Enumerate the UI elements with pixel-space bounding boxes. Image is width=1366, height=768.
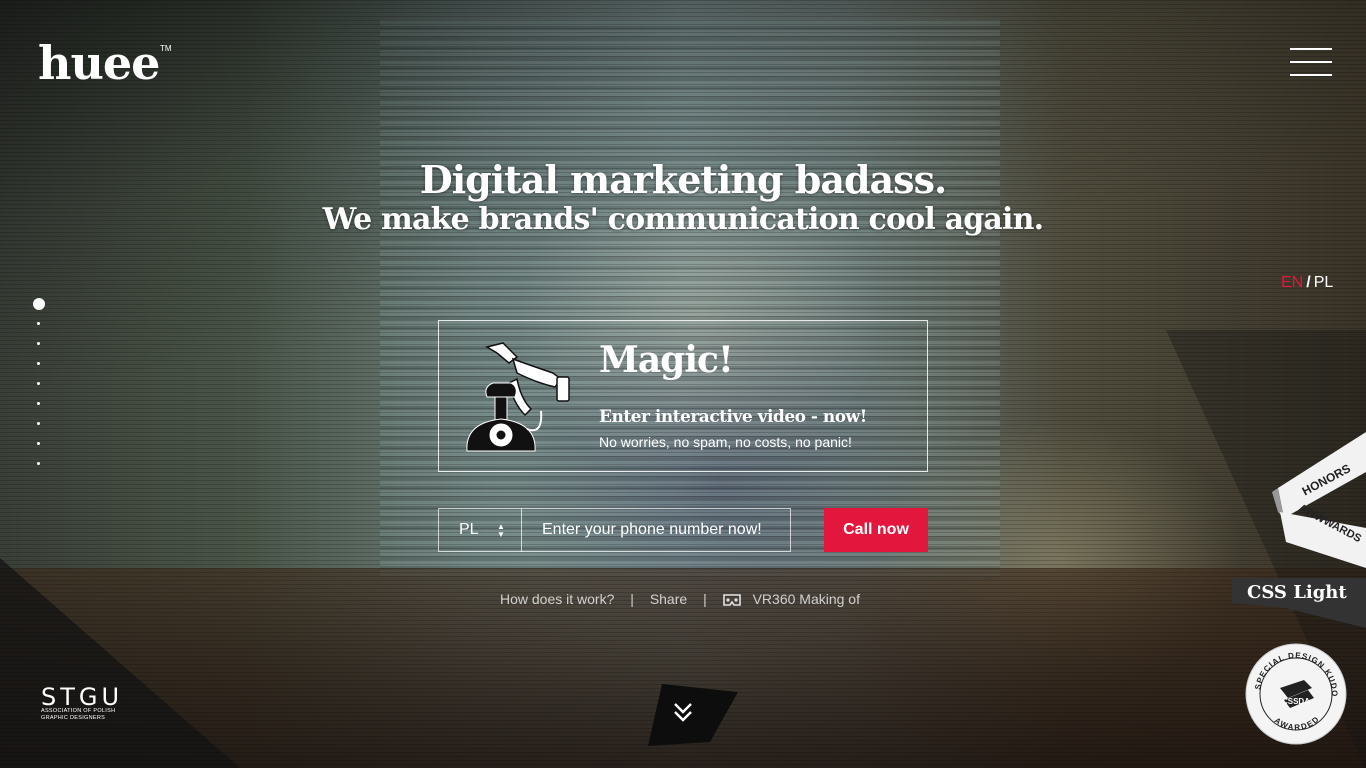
logo[interactable]: huee <box>38 40 160 86</box>
magic-note: No worries, no spam, no costs, no panic! <box>599 434 852 450</box>
stgu-line-2: GRAPHIC DESIGNERS <box>41 715 106 721</box>
phone-input[interactable] <box>521 508 791 552</box>
vintage-telephone-icon <box>466 342 570 452</box>
section-dot-2[interactable] <box>37 322 40 325</box>
trademark-mark: TM <box>160 44 172 53</box>
lang-separator: / <box>1306 274 1311 291</box>
how-it-works-link[interactable]: How does it work? <box>500 591 614 607</box>
stgu-badge[interactable]: STGU ASSOCIATION OF POLISH GRAPHIC DESIG… <box>41 683 124 722</box>
section-dot-9[interactable] <box>37 462 40 465</box>
awwwards-honors-ribbon[interactable]: HONORS AWWWARDS <box>1268 432 1366 572</box>
magic-title: Magic! <box>599 339 734 381</box>
magic-subtitle: Enter interactive video - now! <box>599 407 867 427</box>
menu-button[interactable] <box>1290 48 1332 76</box>
vr360-label: VR360 Making of <box>752 591 860 607</box>
corner-shard-left <box>0 558 240 768</box>
hero-line-1: Digital marketing badass. <box>419 157 947 202</box>
section-dot-5[interactable] <box>37 382 40 385</box>
section-dot-1[interactable] <box>33 298 45 310</box>
section-dots <box>33 298 45 482</box>
vr360-link[interactable]: VR360 Making of <box>722 591 866 607</box>
vr-headset-icon <box>722 594 741 606</box>
call-now-button[interactable]: Call now <box>824 508 928 552</box>
lang-pl[interactable]: PL <box>1314 274 1334 291</box>
cssda-kudos-badge[interactable]: SPECIAL DESIGN KUDOS AWARDED CSSDA <box>1244 642 1348 746</box>
hero-headline: Digital marketing badass. We make brands… <box>0 158 1366 238</box>
country-select[interactable]: PL ▲ ▼ <box>438 508 522 552</box>
hamburger-icon <box>1290 48 1332 50</box>
section-dot-4[interactable] <box>37 362 40 365</box>
section-dot-7[interactable] <box>37 422 40 425</box>
language-switcher: EN / PL <box>1281 274 1333 292</box>
css-light-label: CSS Light <box>1247 582 1347 603</box>
link-separator: | <box>630 591 634 607</box>
scroll-down-button[interactable] <box>648 684 738 746</box>
lang-en[interactable]: EN <box>1281 274 1303 291</box>
info-links: How does it work? | Share | VR360 Making… <box>0 591 1366 607</box>
magic-panel: Magic! Enter interactive video - now! No… <box>438 320 928 472</box>
stgu-name: STGU <box>41 683 124 711</box>
cssda-mid-text: CSSDA <box>1282 697 1310 706</box>
section-dot-8[interactable] <box>37 442 40 445</box>
stgu-line-1: ASSOCIATION OF POLISH <box>41 708 116 714</box>
country-value: PL <box>459 521 479 538</box>
section-dot-6[interactable] <box>37 402 40 405</box>
section-dot-3[interactable] <box>37 342 40 345</box>
select-arrows-icon: ▲ ▼ <box>497 522 505 539</box>
hero-line-2: We make brands' communication cool again… <box>322 202 1044 237</box>
link-separator: | <box>703 591 707 607</box>
share-link[interactable]: Share <box>650 591 687 607</box>
